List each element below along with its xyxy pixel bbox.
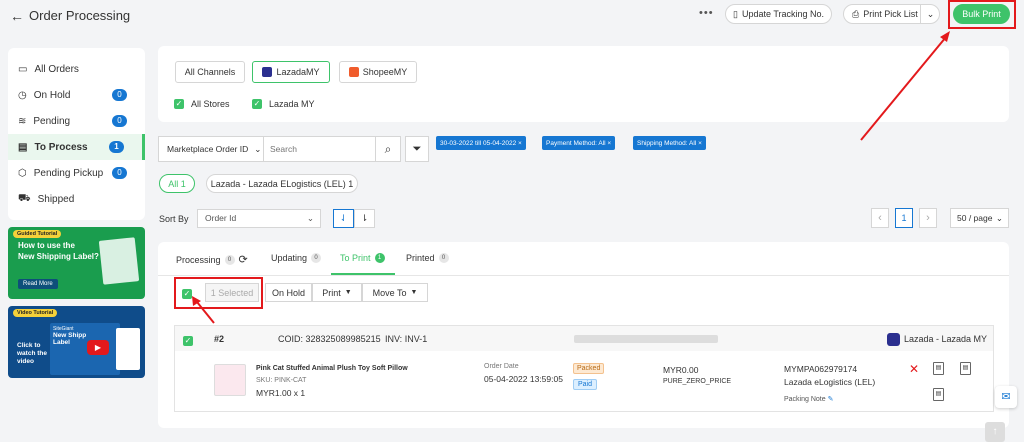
annotation-arrows [192,31,950,324]
arrow-to-checkbox [196,301,215,324]
arrow-to-bulk-print [860,36,947,141]
arrow-head-bulk-print [940,31,950,42]
